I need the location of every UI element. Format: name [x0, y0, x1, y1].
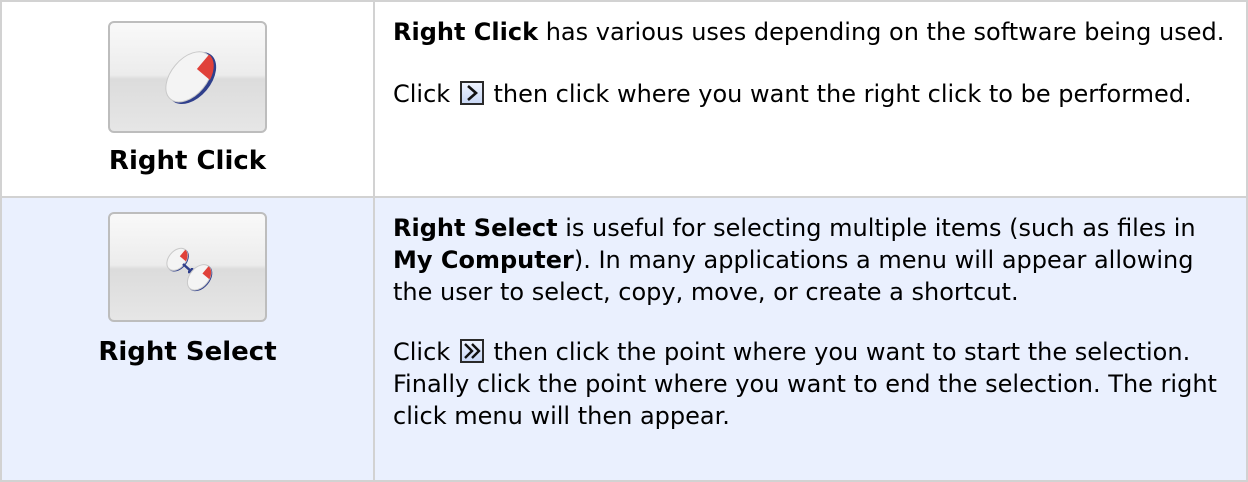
- double-chevron-right-icon: [459, 339, 484, 363]
- instruction-text: then click where you want the right clic…: [485, 80, 1192, 108]
- tool-label: Right Select: [98, 337, 277, 367]
- instruction-text: Click: [393, 338, 458, 366]
- description-cell: Right Click has various uses depending o…: [373, 0, 1248, 198]
- chevron-right-icon: [459, 81, 484, 105]
- instruction-text: then click the point where you want to s…: [393, 338, 1217, 430]
- tool-cell: Right Select: [0, 196, 375, 482]
- description-cell: Right Select is useful for selecting mul…: [373, 196, 1248, 482]
- tool-cell: Right Click: [0, 0, 375, 198]
- right-click-mouse-icon: [165, 51, 217, 105]
- right-select-tool-button: [108, 212, 267, 322]
- description-text: is useful for selecting multiple items (…: [557, 214, 1196, 242]
- help-table: Right Click Right Click has various uses…: [0, 0, 1248, 482]
- my-computer-label: My Computer: [393, 246, 574, 274]
- table-row: Right Select Right Select is useful for …: [0, 196, 1248, 482]
- tool-label: Right Click: [108, 146, 267, 176]
- right-select-mouse-icon: [166, 247, 213, 292]
- instruction-text: Click: [393, 80, 458, 108]
- table-row: Right Click Right Click has various uses…: [0, 0, 1248, 198]
- description-text: has various uses depending on the softwa…: [538, 18, 1225, 46]
- right-click-tool-button: [108, 21, 267, 133]
- tool-name: Right Click: [393, 18, 539, 46]
- tool-name: Right Select: [393, 214, 558, 242]
